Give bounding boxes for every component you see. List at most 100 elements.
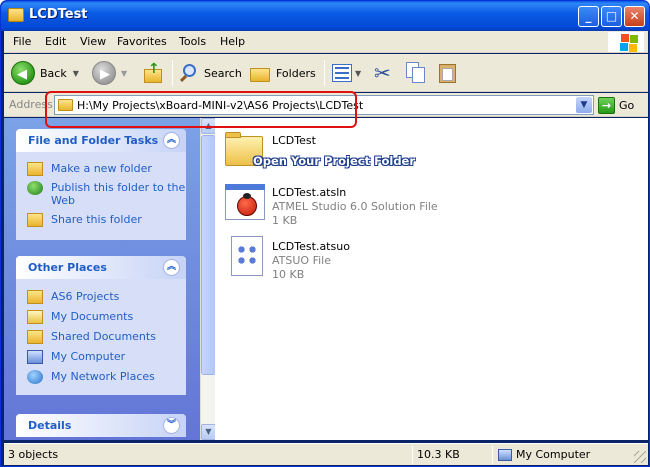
my-computer-icon <box>498 449 512 461</box>
folders-button[interactable]: Folders <box>250 60 316 86</box>
place-network-places[interactable]: My Network Places <box>27 370 186 384</box>
status-divider <box>412 446 413 464</box>
window-title: LCDTest <box>29 7 88 22</box>
search-icon <box>179 63 200 83</box>
status-location: My Computer <box>498 447 590 463</box>
collapse-icon[interactable]: ︽ <box>163 259 180 276</box>
chevron-down-icon[interactable]: ▼ <box>576 97 592 113</box>
file-type: ATSUO File <box>272 254 331 267</box>
place-my-documents[interactable]: My Documents <box>27 310 186 324</box>
file-size: 1 KB <box>272 214 298 227</box>
place-label: Shared Documents <box>51 330 156 343</box>
network-places-icon <box>27 370 43 384</box>
task-label: Share this folder <box>51 213 142 226</box>
folders-label: Folders <box>276 66 316 80</box>
publish-web-icon <box>27 181 43 195</box>
forward-arrow-icon: ▶ <box>92 61 116 85</box>
panel-header[interactable]: Details ︾ <box>16 414 186 437</box>
file-folder-tasks-panel: File and Folder Tasks ︽ Make a new folde… <box>16 129 186 240</box>
scissors-icon: ✂ <box>374 61 391 85</box>
task-pane: File and Folder Tasks ︽ Make a new folde… <box>4 118 200 440</box>
task-publish-web[interactable]: Publish this folder to the Web <box>27 181 186 207</box>
paste-button[interactable] <box>438 60 458 86</box>
menu-edit[interactable]: Edit <box>45 35 66 48</box>
details-panel: Details ︾ <box>16 414 186 437</box>
address-highlight-box <box>45 91 357 128</box>
panel-header[interactable]: Other Places ︽ <box>16 256 186 279</box>
file-name: LCDTest.atsln <box>272 186 347 199</box>
place-label: My Computer <box>51 350 126 363</box>
copy-icon <box>406 62 426 84</box>
new-folder-icon <box>27 162 43 176</box>
file-size: 10 KB <box>272 268 305 281</box>
status-location-label: My Computer <box>516 448 591 461</box>
search-label: Search <box>204 66 242 80</box>
minimize-button[interactable]: _ <box>578 6 599 27</box>
folder-icon <box>8 8 24 22</box>
my-documents-icon <box>27 310 43 324</box>
copy-button[interactable] <box>406 60 426 86</box>
place-as6-projects[interactable]: AS6 Projects <box>27 290 186 304</box>
chevron-down-icon[interactable]: ▼ <box>73 69 79 78</box>
go-label: Go <box>619 98 635 112</box>
my-computer-icon <box>27 350 43 364</box>
explorer-window: LCDTest _ □ ✕ File Edit View Favorites T… <box>0 0 650 467</box>
views-button[interactable]: ▼ <box>332 60 361 86</box>
title-bar[interactable]: LCDTest _ □ ✕ <box>1 1 649 31</box>
other-places-panel: Other Places ︽ AS6 Projects My Documents… <box>16 256 186 395</box>
search-button[interactable]: Search <box>179 60 242 86</box>
back-button[interactable]: ◀ Back ▼ <box>11 60 79 86</box>
menu-favorites[interactable]: Favorites <box>117 35 167 48</box>
place-my-computer[interactable]: My Computer <box>27 350 186 364</box>
atmel-ladybug-icon <box>223 180 267 224</box>
panel-header[interactable]: File and Folder Tasks ︽ <box>16 129 186 152</box>
task-share-folder[interactable]: Share this folder <box>27 213 186 227</box>
windows-logo-icon <box>608 32 644 52</box>
scroll-thumb[interactable] <box>201 135 216 375</box>
annotation-label: Open Your Project Folder <box>253 154 416 168</box>
scroll-down-icon[interactable]: ▼ <box>201 424 216 440</box>
toolbar: ◀ Back ▼ ▶ ▼ ↑ Search Folders ▼ ✂ <box>4 54 648 92</box>
status-object-count: 3 objects <box>8 448 59 461</box>
status-bar: 3 objects 10.3 KB My Computer <box>4 443 648 465</box>
menu-view[interactable]: View <box>80 35 106 48</box>
shared-documents-icon <box>27 330 43 344</box>
place-shared-documents[interactable]: Shared Documents <box>27 330 186 344</box>
maximize-button[interactable]: □ <box>601 6 622 27</box>
forward-button[interactable]: ▶ ▼ <box>92 60 127 86</box>
status-divider <box>492 446 493 464</box>
task-pane-scrollbar[interactable]: ▲ ▼ <box>200 118 216 440</box>
menu-bar: File Edit View Favorites Tools Help <box>4 31 648 53</box>
menu-help[interactable]: Help <box>220 35 245 48</box>
collapse-icon[interactable]: ︽ <box>163 132 180 149</box>
chevron-down-icon[interactable]: ▼ <box>121 69 127 78</box>
cut-button[interactable]: ✂ <box>374 60 391 86</box>
generic-file-icon <box>223 234 267 278</box>
panel-title: File and Folder Tasks <box>28 134 159 147</box>
views-icon <box>332 64 352 82</box>
file-name: LCDTest <box>272 134 316 147</box>
file-type: ATMEL Studio 6.0 Solution File <box>272 200 438 213</box>
panel-title: Details <box>28 419 72 432</box>
folder-icon <box>27 290 43 304</box>
place-label: My Network Places <box>51 370 155 383</box>
go-button[interactable]: → Go <box>598 96 634 114</box>
go-arrow-icon: → <box>598 96 615 114</box>
resize-grip[interactable] <box>634 451 646 463</box>
panel-title: Other Places <box>28 261 107 274</box>
file-name: LCDTest.atsuo <box>272 240 350 253</box>
task-label: Make a new folder <box>51 162 152 175</box>
toolbar-separator <box>172 60 173 86</box>
task-label: Publish this folder to the Web <box>51 181 186 207</box>
chevron-down-icon[interactable]: ▼ <box>355 69 361 78</box>
close-button[interactable]: ✕ <box>624 6 645 27</box>
folders-icon <box>250 64 272 82</box>
place-label: AS6 Projects <box>51 290 120 303</box>
menu-tools[interactable]: Tools <box>179 35 206 48</box>
up-folder-icon: ↑ <box>142 61 164 83</box>
back-arrow-icon: ◀ <box>11 61 35 85</box>
expand-icon[interactable]: ︾ <box>163 417 180 434</box>
up-folder-button[interactable]: ↑ <box>142 60 164 86</box>
task-make-new-folder[interactable]: Make a new folder <box>27 162 186 176</box>
menu-file[interactable]: File <box>13 35 31 48</box>
